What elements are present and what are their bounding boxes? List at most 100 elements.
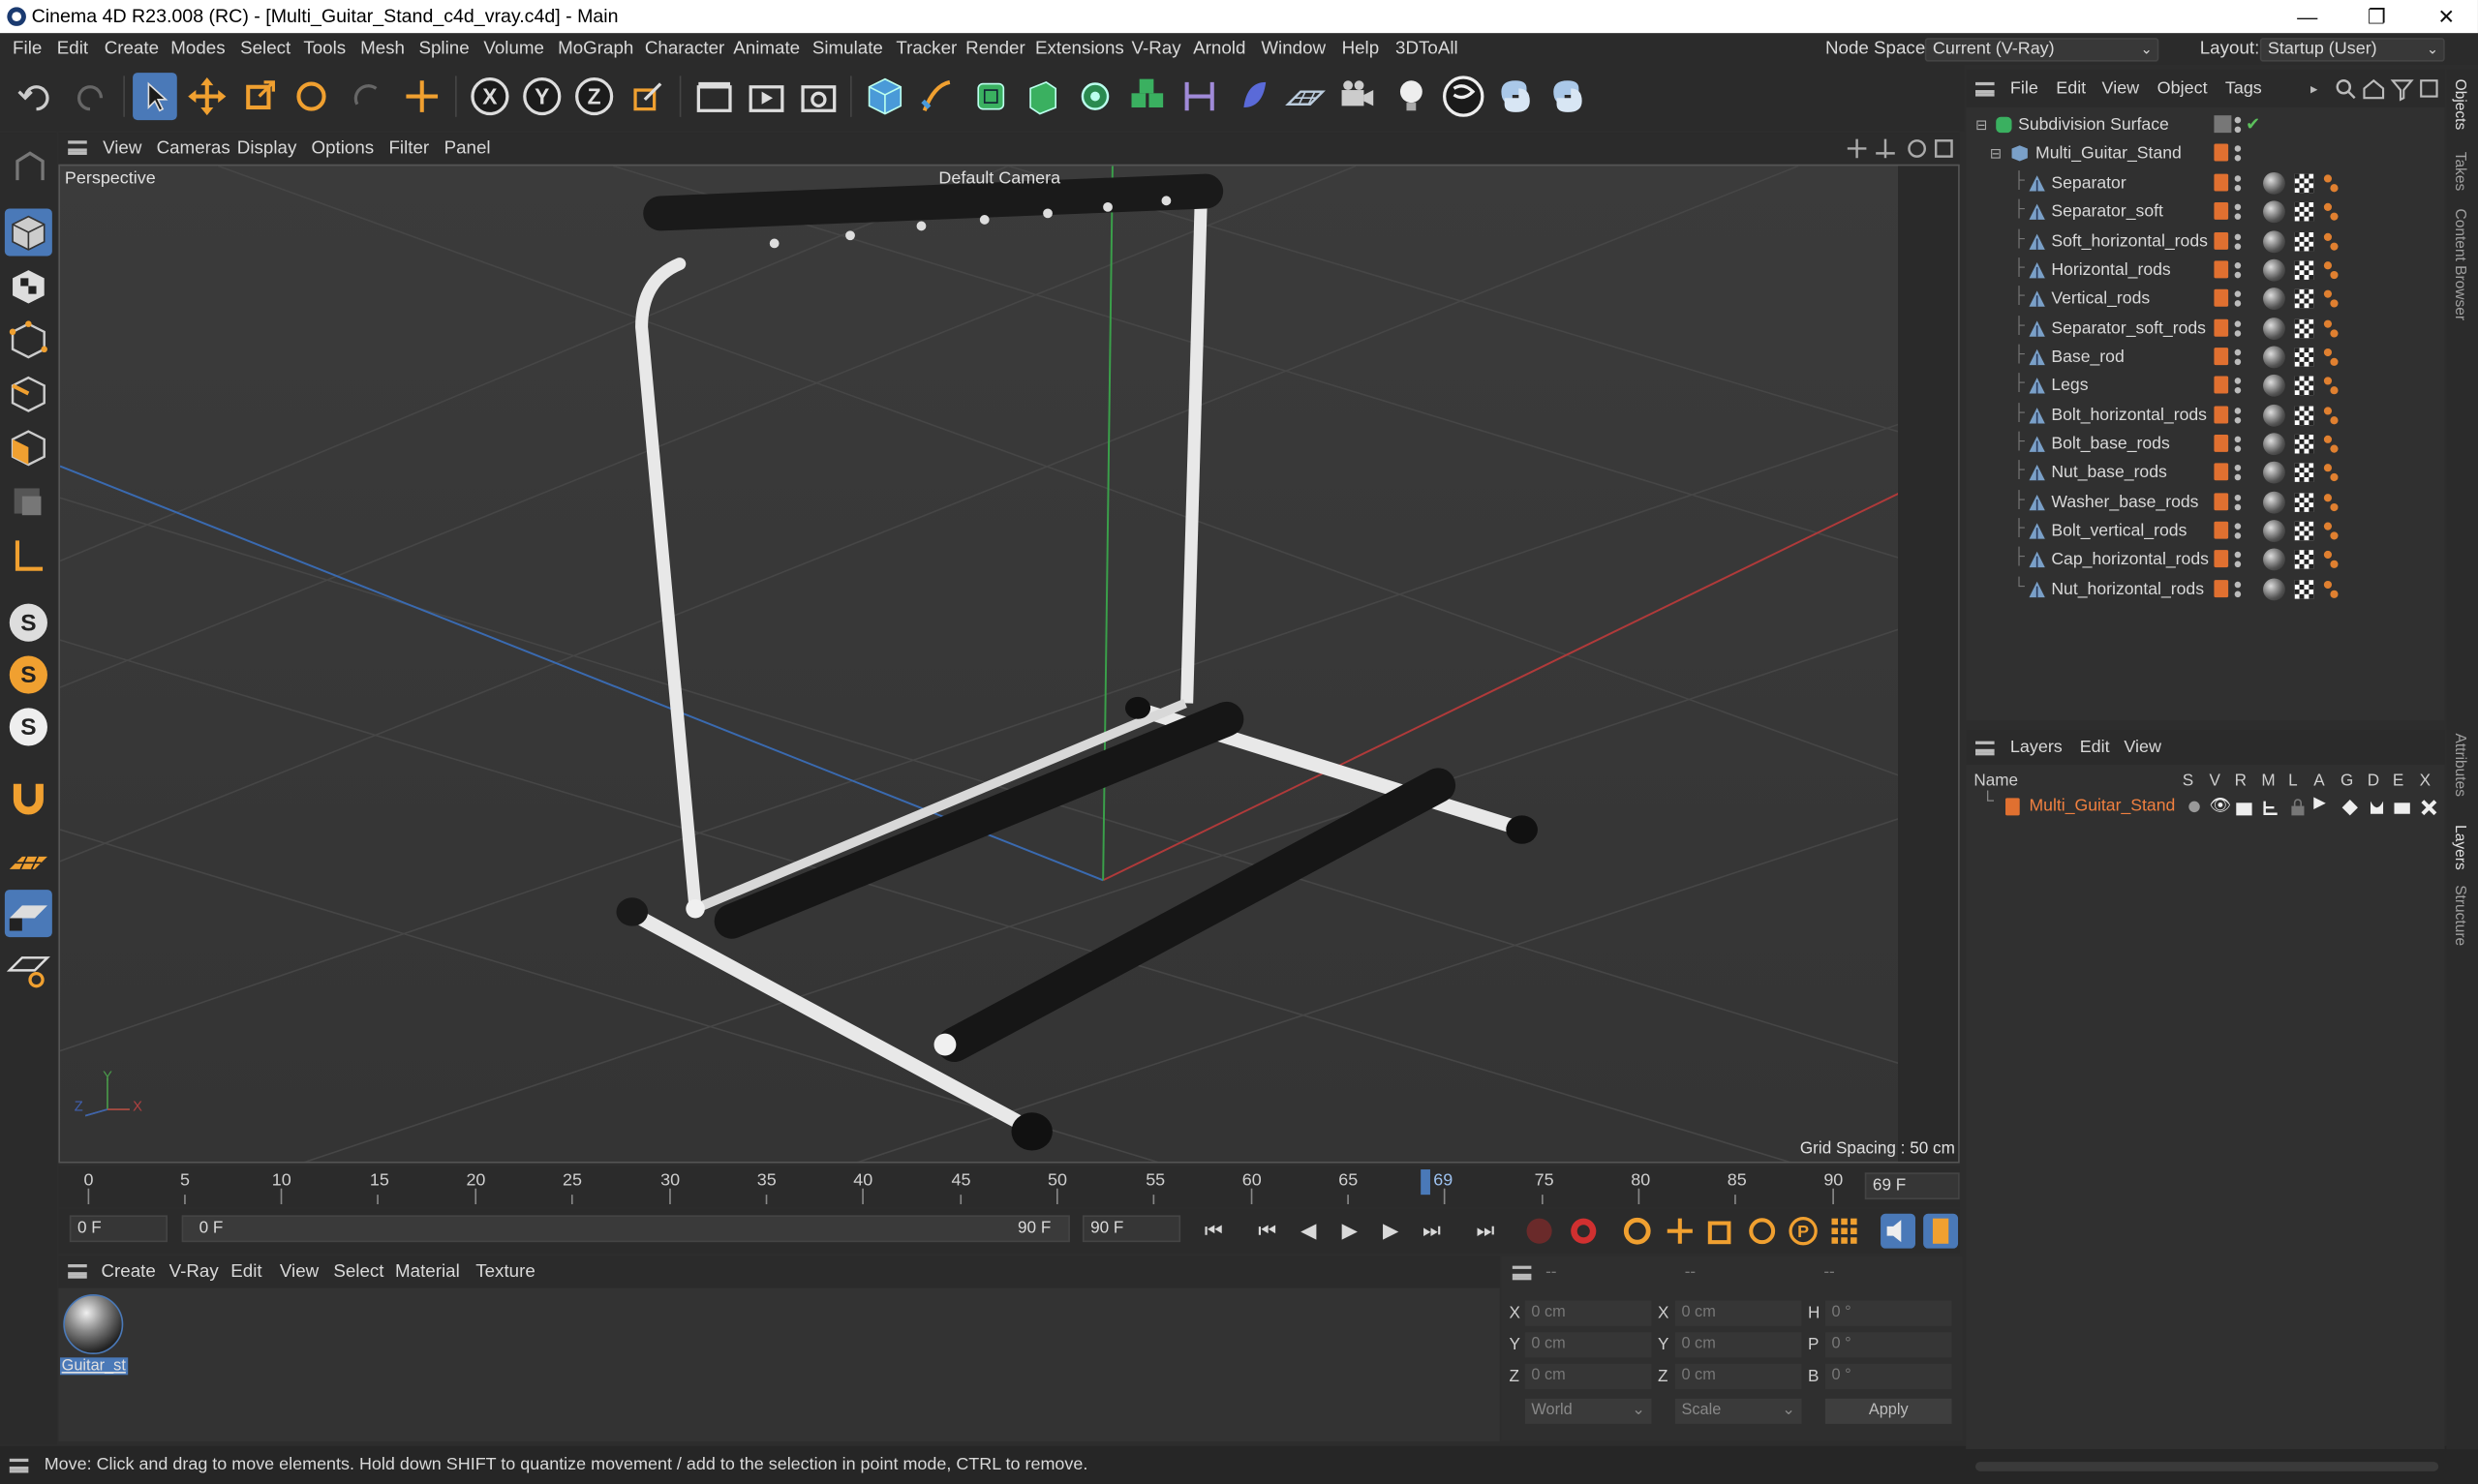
layer-col-d[interactable]: D <box>2368 772 2379 791</box>
viewport-menu-filter[interactable]: Filter <box>388 133 429 165</box>
menu-extensions[interactable]: Extensions <box>1035 33 1124 65</box>
render-dot[interactable] <box>2234 474 2242 481</box>
size-mode-dropdown[interactable]: Scale ⌄ <box>1674 1398 1802 1424</box>
layer-col-v[interactable]: V <box>2210 772 2220 791</box>
workplane-button[interactable] <box>5 772 52 819</box>
menu-character[interactable]: Character <box>645 33 724 65</box>
pos-x-field[interactable]: 0 cm <box>1524 1300 1652 1326</box>
coords-menu-icon[interactable] <box>1512 1265 1532 1281</box>
material-tag-icon[interactable] <box>2263 548 2285 571</box>
viewport-nav-icons[interactable] <box>1845 136 1955 161</box>
material-menu-view[interactable]: View <box>280 1257 319 1288</box>
object-row-soft-horizontal-rods[interactable]: ├ Soft_horizontal_rods <box>1966 227 2444 256</box>
object-row-horizontal-rods[interactable]: ├ Horizontal_rods <box>1966 256 2444 284</box>
object-row-subdivision[interactable]: ⊟ Subdivision Surface ✔ <box>1966 110 2444 138</box>
key-scale-button[interactable] <box>1703 1214 1738 1249</box>
object-menu-view[interactable]: View <box>2102 70 2140 107</box>
material-menu-icon[interactable] <box>68 1264 87 1279</box>
render-dot[interactable] <box>2234 329 2242 337</box>
menu-file[interactable]: File <box>13 33 42 65</box>
pos-y-field[interactable]: 0 cm <box>1524 1332 1652 1358</box>
render-dot[interactable] <box>2234 532 2242 539</box>
visibility-dot[interactable] <box>2234 523 2242 530</box>
visibility-dot[interactable] <box>2234 233 2242 240</box>
select-tool-button[interactable] <box>133 73 177 121</box>
uvw-tag-icon[interactable] <box>2294 377 2314 396</box>
transform-tool-button[interactable] <box>400 73 444 120</box>
playhead[interactable] <box>1421 1169 1430 1196</box>
size-z-field[interactable]: 0 cm <box>1674 1363 1802 1389</box>
vray-tag-icon[interactable] <box>2321 549 2340 571</box>
render-view-button[interactable] <box>745 73 789 120</box>
menu-create[interactable]: Create <box>105 33 159 65</box>
uvw-tag-icon[interactable] <box>2294 289 2314 309</box>
vray-tag-icon[interactable] <box>2321 404 2340 426</box>
object-row-bolt-horizontal-rods[interactable]: ├ Bolt_horizontal_rods <box>1966 401 2444 429</box>
object-row-vertical-rods[interactable]: ├ Vertical_rods <box>1966 285 2444 313</box>
layer-name[interactable]: Multi_Guitar_Stand <box>2029 797 2175 816</box>
points-mode-button[interactable] <box>5 317 52 364</box>
play-button[interactable]: ▶ <box>1332 1214 1367 1249</box>
camera-label[interactable]: Default Camera <box>938 169 1060 189</box>
deformer-button[interactable] <box>1178 73 1222 120</box>
workplane-lock-button[interactable] <box>4 890 52 938</box>
object-menu-tags[interactable]: Tags <box>2225 70 2262 107</box>
python-button-1[interactable] <box>1493 73 1538 120</box>
vray-tag-icon[interactable] <box>2321 578 2340 600</box>
material-tag-icon[interactable] <box>2263 577 2285 600</box>
texture-mode-button[interactable] <box>5 262 52 310</box>
layer-col-x[interactable]: X <box>2420 772 2431 791</box>
layer-menu-icon[interactable] <box>1975 741 1995 756</box>
frame-range-slider[interactable]: 0 F 90 F <box>181 1215 1070 1243</box>
next-frame-button[interactable]: ▶ <box>1373 1214 1408 1249</box>
render-dot[interactable] <box>2234 126 2242 134</box>
snap-settings-button[interactable]: S <box>5 651 52 699</box>
material-tag-icon[interactable] <box>2263 258 2285 282</box>
menu-tools[interactable]: Tools <box>303 33 346 65</box>
uv-mode-button[interactable] <box>5 477 52 525</box>
render-dot[interactable] <box>2234 358 2242 366</box>
animation-play-icon[interactable]: ▶ <box>2313 795 2326 812</box>
snap-mode-button[interactable]: S <box>5 703 52 750</box>
floor-button[interactable] <box>1283 73 1328 120</box>
collapse-icon[interactable]: ⊟ <box>1975 110 1987 138</box>
render-dot[interactable] <box>2234 560 2242 568</box>
vray-button[interactable] <box>1441 73 1485 120</box>
enabled-check-icon[interactable]: ✔ <box>2246 110 2260 138</box>
render-region-button[interactable] <box>692 73 737 120</box>
size-x-field[interactable]: 0 cm <box>1674 1300 1802 1326</box>
visibility-dot[interactable] <box>2234 204 2242 211</box>
layer-menu-edit[interactable]: Edit <box>2080 730 2110 765</box>
timeline-ruler[interactable]: 0 5 10 15 20 25 30 35 40 45 50 55 60 65 … <box>58 1166 1960 1208</box>
vray-tag-icon[interactable] <box>2321 230 2340 253</box>
workplane-align-button[interactable] <box>5 945 52 992</box>
undo-redo-icons[interactable] <box>13 76 113 120</box>
visibility-dot[interactable] <box>2234 465 2242 471</box>
material-tag-icon[interactable] <box>2263 171 2285 195</box>
layer-col-s[interactable]: S <box>2183 772 2193 791</box>
uvw-tag-icon[interactable] <box>2294 231 2314 252</box>
uvw-tag-icon[interactable] <box>2294 173 2314 194</box>
object-row-nut-base-rods[interactable]: ├ Nut_base_rods <box>1966 459 2444 487</box>
extrude-button[interactable] <box>1021 73 1065 120</box>
eye-icon[interactable]: 👁 <box>2210 795 2232 816</box>
manager-tree-icon[interactable] <box>2261 798 2280 817</box>
deformer-layer-icon[interactable] <box>2368 798 2387 817</box>
vray-tag-icon[interactable] <box>2321 462 2340 484</box>
layer-col-m[interactable]: M <box>2261 772 2275 791</box>
material-tag-icon[interactable] <box>2263 229 2285 253</box>
render-settings-button[interactable] <box>797 73 841 120</box>
restore-icon[interactable]: ❐ <box>2342 0 2412 33</box>
edges-mode-button[interactable] <box>5 370 52 417</box>
previous-frame-button[interactable]: ◀ <box>1291 1214 1326 1249</box>
menu-volume[interactable]: Volume <box>483 33 544 65</box>
object-row-bolt-base-rods[interactable]: ├ Bolt_base_rods <box>1966 430 2444 458</box>
y-axis-lock-button[interactable]: Y <box>520 73 565 120</box>
rotate-tool-button[interactable] <box>290 73 334 120</box>
collapse-icon[interactable]: ⊟ <box>1990 139 2002 167</box>
rot-b-field[interactable]: 0 ° <box>1824 1363 1952 1389</box>
next-key-button[interactable]: ⏭ <box>1415 1214 1450 1249</box>
material-tag-icon[interactable] <box>2263 317 2285 340</box>
menu-tracker[interactable]: Tracker <box>896 33 957 65</box>
render-dot[interactable] <box>2234 154 2242 162</box>
